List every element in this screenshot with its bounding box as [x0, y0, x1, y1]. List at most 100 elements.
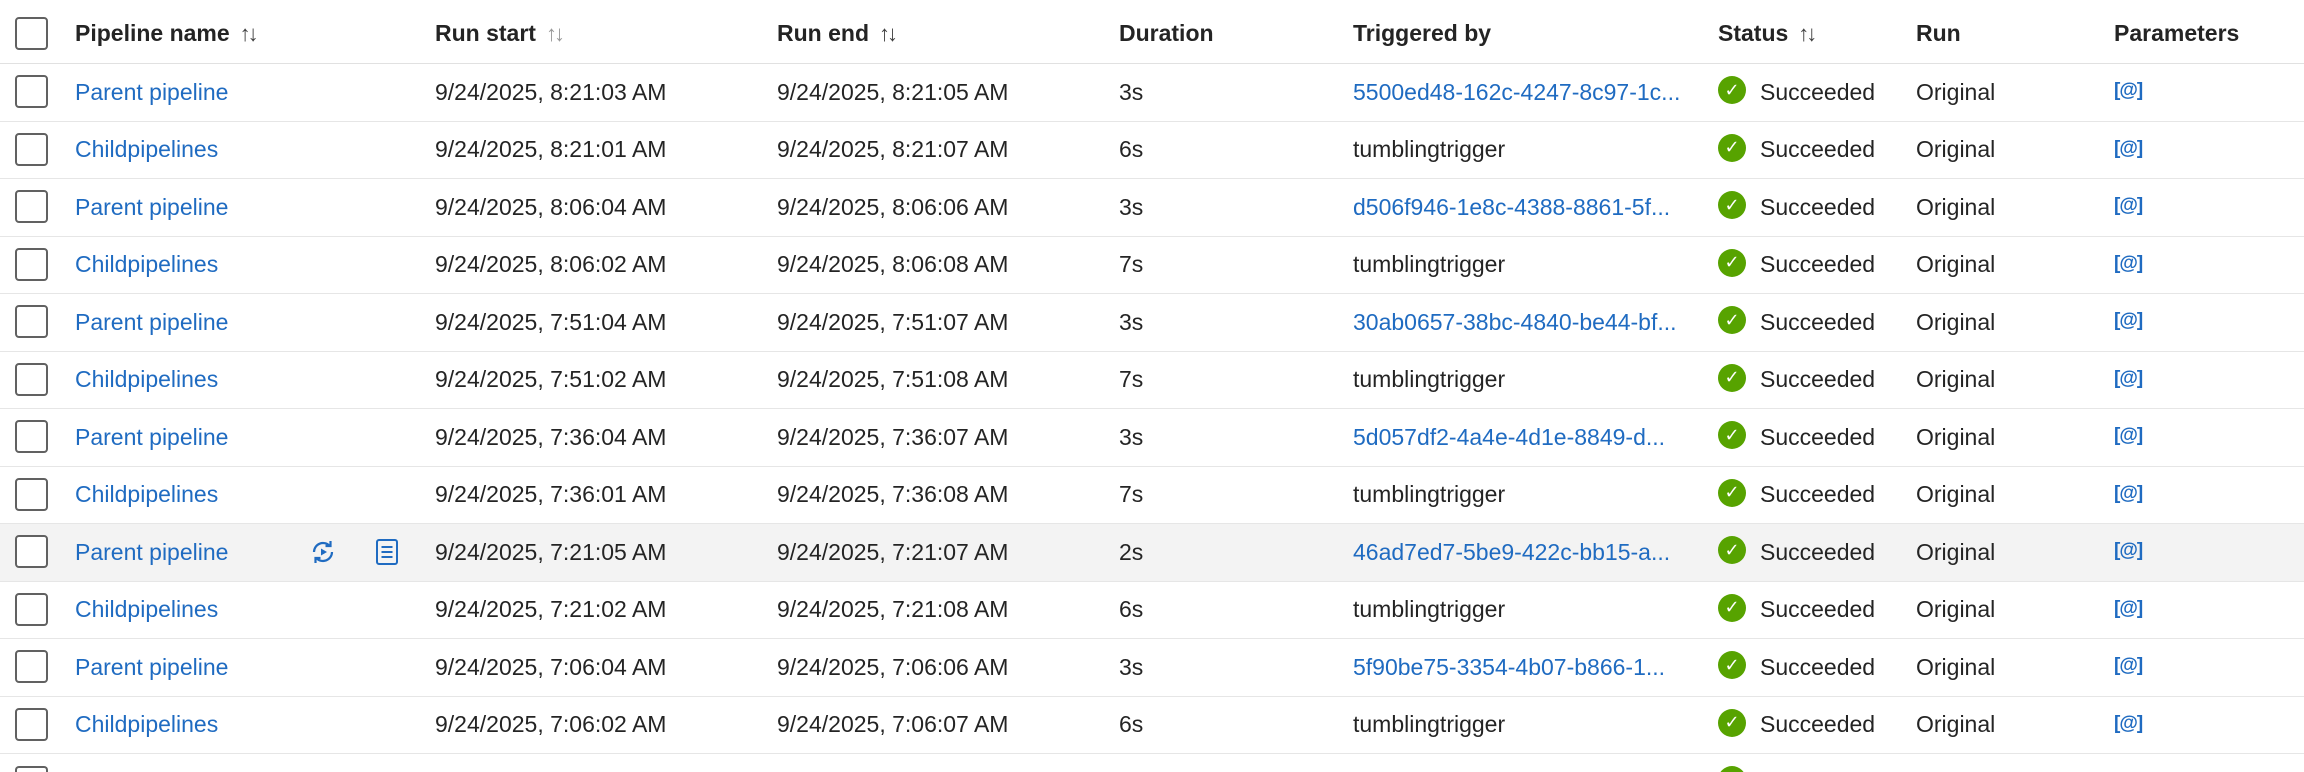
pipeline-name-link[interactable]: Parent pipeline: [75, 654, 228, 681]
sort-icon[interactable]: ↑↓: [240, 21, 259, 47]
sort-icon[interactable]: ↑↓: [546, 21, 565, 47]
status-cell: ✓ Succeeded: [1718, 122, 1898, 179]
row-checkbox[interactable]: [15, 190, 48, 224]
parameters-icon[interactable]: [@]: [2114, 483, 2143, 505]
pipeline-name-link[interactable]: Childpipelines: [75, 251, 218, 278]
pipeline-name-link[interactable]: Parent pipeline: [75, 424, 228, 451]
pipeline-name-cell: Childpipelines: [75, 582, 305, 639]
table-row[interactable]: Childpipelines 9/24/2025, 7:36:01 AM 9/24/…: [0, 467, 2304, 524]
parameters-icon[interactable]: [@]: [2114, 138, 2143, 160]
parameters-icon[interactable]: [@]: [2114, 655, 2143, 677]
pipeline-name-link[interactable]: Childpipelines: [75, 481, 218, 508]
row-checkbox[interactable]: [15, 247, 48, 281]
triggered-by-text: tumblingtrigger: [1353, 711, 1506, 738]
triggered-by-text: tumblingtrigger: [1353, 596, 1506, 623]
column-header-label: Run start: [435, 20, 536, 46]
triggered-by-link[interactable]: d506f946-1e8c-4388-8861-5f...: [1353, 194, 1683, 221]
pipeline-name-cell: Parent pipeline: [75, 524, 305, 581]
parameters-cell: [@]: [2114, 524, 2294, 581]
table-row[interactable]: Childpipelines 9/24/2025, 7:21:02 AM 9/24/…: [0, 582, 2304, 639]
column-header-label: Run: [1916, 20, 1961, 46]
rerun-icon[interactable]: [305, 534, 341, 570]
column-header-status[interactable]: Status ↑↓: [1718, 4, 1898, 63]
status-label: Succeeded: [1760, 366, 1876, 393]
table-row[interactable]: Childpipelines 9/24/2025, 8:21:01 AM 9/24/…: [0, 122, 2304, 179]
table-row[interactable]: Parent pipeline 9/24/2025, 8:06:04 AM 9/24…: [0, 179, 2304, 237]
row-checkbox[interactable]: [15, 362, 48, 396]
table-row[interactable]: Parent pipeline 9/24/2025, 7:06:04 AM 9/24…: [0, 639, 2304, 697]
table-row[interactable]: Childpipelines 9/24/2025, 7:51:02 AM 9/24/…: [0, 352, 2304, 409]
parameters-icon[interactable]: [@]: [2114, 713, 2143, 735]
run-end-cell: 9/24/2025, 8:21:07 AM: [777, 136, 1009, 163]
parameters-icon[interactable]: [@]: [2114, 368, 2143, 390]
sort-icon[interactable]: ↑↓: [879, 21, 898, 47]
pipeline-name-link[interactable]: Childpipelines: [75, 136, 218, 163]
row-checkbox[interactable]: [15, 75, 48, 109]
triggered-by-link[interactable]: 5500ed48-162c-4247-8c97-1c...: [1353, 79, 1683, 106]
success-check-icon: ✓: [1718, 76, 1746, 105]
column-header-label: Status: [1718, 20, 1789, 46]
triggered-by-link[interactable]: 5d057df2-4a4e-4d1e-8849-d...: [1353, 424, 1683, 451]
status-cell: ✓ Succeeded: [1718, 467, 1898, 524]
consumption-icon[interactable]: [369, 534, 405, 570]
parameters-icon[interactable]: [@]: [2114, 253, 2143, 275]
pipeline-name-cell: Childpipelines: [75, 352, 305, 409]
table-row[interactable]: Parent pipeline 9/24/2025, 7:36:04 AM 9/24…: [0, 409, 2304, 467]
pipeline-name-link[interactable]: Parent pipeline: [75, 309, 228, 336]
column-header-label: Run end: [777, 20, 869, 46]
table-row[interactable]: Parent pipeline 9/24/2025, 7:51:04 AM 9/24…: [0, 294, 2304, 352]
run-end-cell: 9/24/2025, 7:36:07 AM: [777, 423, 1009, 450]
pipeline-name-link[interactable]: Parent pipeline: [75, 79, 228, 106]
parameters-icon[interactable]: [@]: [2114, 540, 2143, 562]
parameters-cell: [@]: [2114, 179, 2294, 236]
row-checkbox[interactable]: [15, 420, 48, 454]
status-label: Succeeded: [1760, 481, 1876, 508]
pipeline-name-link[interactable]: Parent pipeline: [75, 194, 228, 221]
triggered-by-cell: 30ab0657-38bc-4840-be44-bf...: [1353, 294, 1683, 351]
row-checkbox[interactable]: [15, 132, 48, 166]
table-row[interactable]: Childpipelines 9/24/2025, 7:06:02 AM 9/24/…: [0, 697, 2304, 754]
column-header-label: Triggered by: [1353, 20, 1492, 46]
parameters-icon[interactable]: [@]: [2114, 598, 2143, 620]
pipeline-name-link[interactable]: Parent pipeline: [75, 539, 228, 566]
table-row[interactable]: Childpipelines 9/24/2025, 8:06:02 AM 9/24/…: [0, 237, 2304, 294]
parameters-icon[interactable]: [@]: [2114, 425, 2143, 447]
parameters-icon[interactable]: [@]: [2114, 195, 2143, 217]
triggered-by-link[interactable]: 46ad7ed7-5be9-422c-bb15-a...: [1353, 539, 1683, 566]
duration-cell: 3s: [1119, 308, 1144, 335]
run-start-cell: 9/24/2025, 7:21:02 AM: [435, 596, 667, 623]
parameters-icon[interactable]: [@]: [2114, 80, 2143, 102]
pipeline-name-link[interactable]: Childpipelines: [75, 366, 218, 393]
row-checkbox[interactable]: [15, 592, 48, 626]
run-end-cell: 9/24/2025, 8:06:08 AM: [777, 251, 1009, 278]
success-check-icon: ✓: [1718, 133, 1746, 162]
triggered-by-link[interactable]: 5f90be75-3354-4b07-b866-1...: [1353, 654, 1683, 681]
status-cell: ✓ Succeeded: [1718, 237, 1898, 294]
run-cell: Original: [1916, 251, 1996, 278]
row-checkbox[interactable]: [15, 707, 48, 741]
parameters-cell: [@]: [2114, 697, 2294, 754]
pipeline-name-link[interactable]: Childpipelines: [75, 711, 218, 738]
parameters-icon[interactable]: [@]: [2114, 310, 2143, 332]
column-header-run-start[interactable]: Run start ↑↓: [435, 4, 765, 63]
column-header-pipeline-name[interactable]: Pipeline name ↑↓: [75, 4, 305, 63]
row-checkbox[interactable]: [15, 650, 48, 684]
row-checkbox[interactable]: [15, 535, 48, 569]
row-checkbox[interactable]: [15, 766, 48, 772]
table-row[interactable]: Parent pipeline 9/24/2025, 7:21:05 AM 9/24…: [0, 524, 2304, 582]
row-checkbox[interactable]: [15, 305, 48, 339]
duration-cell: 3s: [1119, 78, 1144, 105]
status-cell: ✓ Succeeded: [1718, 409, 1898, 466]
success-check-icon: ✓: [1718, 363, 1746, 392]
triggered-by-link[interactable]: 30ab0657-38bc-4840-be44-bf...: [1353, 309, 1683, 336]
pipeline-name-cell: Childpipelines: [75, 237, 305, 294]
sort-icon[interactable]: ↑↓: [1798, 21, 1817, 47]
table-row[interactable]: Parent pipeline 9/24/2025, 8:21:03 AM 9/24…: [0, 64, 2304, 122]
pipeline-name-link[interactable]: Childpipelines: [75, 596, 218, 623]
pipeline-name-cell: Parent pipeline: [75, 639, 305, 696]
column-header-label: Duration: [1119, 20, 1214, 46]
column-header-label: Pipeline name: [75, 20, 230, 46]
row-checkbox[interactable]: [15, 477, 48, 511]
select-all-checkbox[interactable]: [15, 16, 48, 50]
column-header-run-end[interactable]: Run end ↑↓: [777, 4, 1107, 63]
